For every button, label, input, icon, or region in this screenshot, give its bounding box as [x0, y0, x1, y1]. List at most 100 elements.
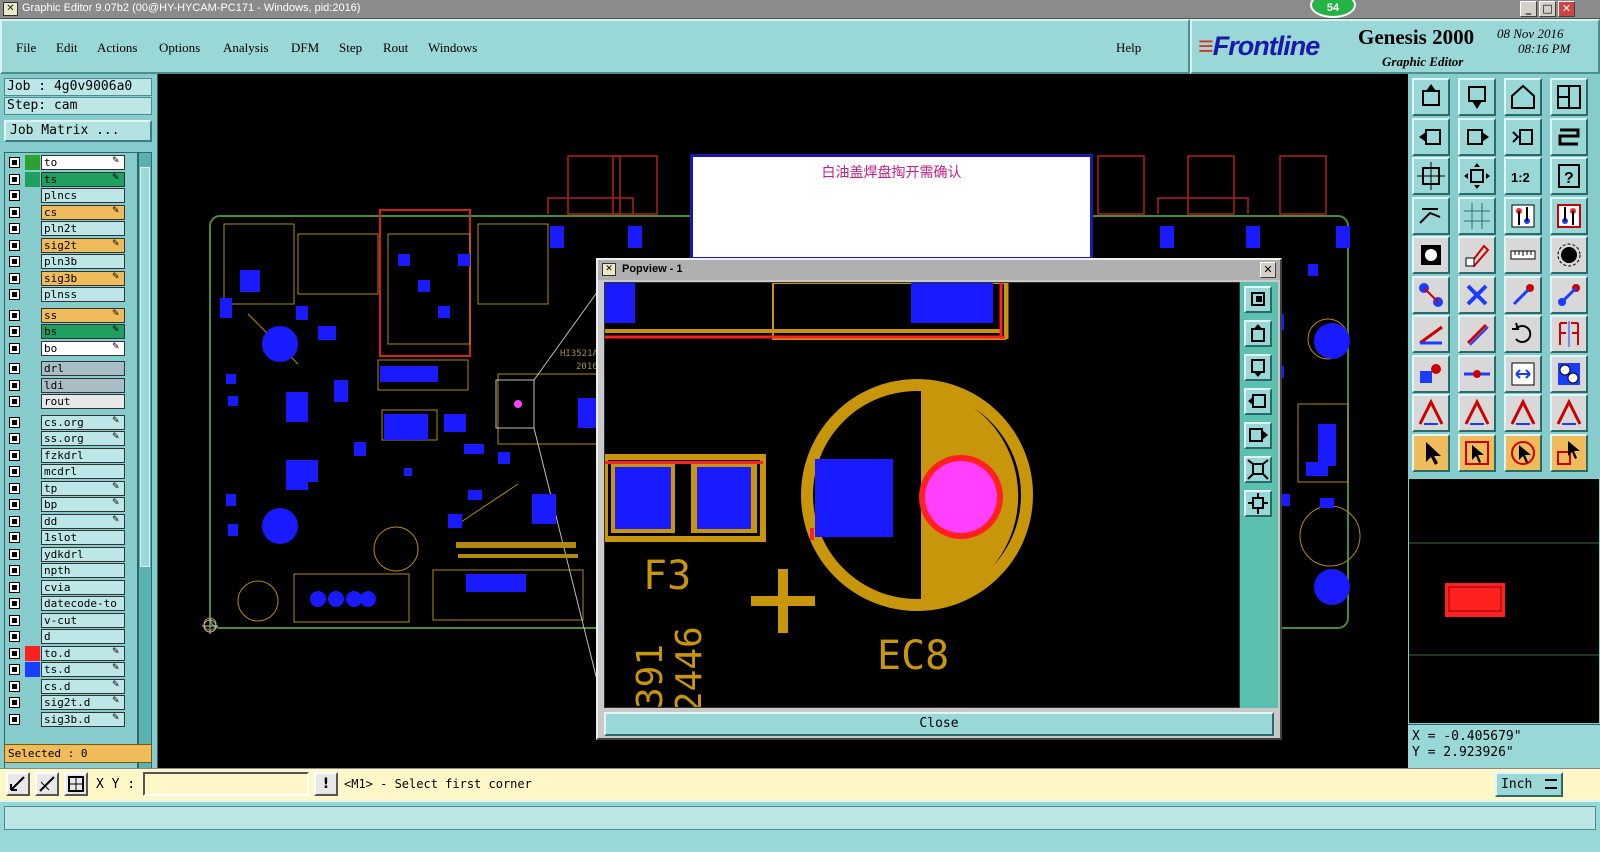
layer-row[interactable]: dd ✎	[5, 513, 137, 529]
popview-pan-up-icon[interactable]	[1244, 320, 1272, 347]
layer-visibility-checkbox[interactable]	[9, 581, 20, 593]
layer-row[interactable]: mcdrl	[5, 464, 137, 479]
layer-affected-icon[interactable]: ✎	[112, 416, 120, 426]
layer-row[interactable]: cs.d ✎	[5, 678, 137, 694]
layer-name[interactable]: d	[41, 629, 125, 644]
layer-row[interactable]: sig2t ✎	[5, 237, 137, 253]
scale-1-2-icon[interactable]: 1:2	[1504, 157, 1542, 195]
layer-visibility-checkbox[interactable]	[9, 379, 20, 391]
window-split-icon[interactable]	[1550, 78, 1588, 116]
layer-affected-icon[interactable]: ✎	[112, 498, 120, 508]
layer-visibility-checkbox[interactable]	[9, 614, 20, 626]
layer-row[interactable]: ss.org ✎	[5, 431, 137, 446]
minimize-button[interactable]: _	[1520, 1, 1537, 17]
layer-visibility-checkbox[interactable]	[9, 631, 20, 642]
pointer-stack-icon[interactable]	[1550, 433, 1588, 472]
layer-name[interactable]: rout	[41, 394, 125, 409]
layer-visibility-checkbox[interactable]	[9, 532, 20, 543]
triangle-c-icon[interactable]	[1504, 394, 1542, 432]
line-h-icon[interactable]	[1458, 354, 1496, 393]
layer-row[interactable]: ts ✎	[5, 171, 137, 187]
pointer-frame-icon[interactable]	[1458, 433, 1496, 472]
layer-name[interactable]: mcdrl	[41, 464, 125, 479]
pad-corner-icon[interactable]	[1412, 354, 1450, 393]
layer-visibility-checkbox[interactable]	[9, 664, 20, 675]
layer-visibility-checkbox[interactable]	[9, 416, 20, 428]
layer-affected-icon[interactable]: ✎	[112, 309, 120, 319]
layer-row[interactable]: pln2t	[5, 221, 137, 236]
layer-visibility-checkbox[interactable]	[9, 190, 20, 201]
close-window-button[interactable]: ✕	[1558, 1, 1575, 17]
layer-name[interactable]: datecode-to	[41, 596, 125, 611]
layer-visibility-checkbox[interactable]	[9, 239, 20, 251]
layer-visibility-checkbox[interactable]	[9, 515, 20, 527]
layer-name[interactable]: plnss	[41, 287, 125, 302]
layer-visibility-checkbox[interactable]	[9, 223, 20, 234]
layer-row[interactable]: sig3b.d ✎	[5, 711, 137, 727]
layer-visibility-checkbox[interactable]	[9, 326, 20, 337]
circle-pad-icon[interactable]	[1550, 236, 1588, 274]
home-down-icon[interactable]	[1458, 78, 1496, 116]
menu-file[interactable]: File	[16, 40, 36, 56]
layer-visibility-checkbox[interactable]	[9, 713, 20, 725]
layer-affected-icon[interactable]: ✎	[112, 515, 120, 525]
popview-pan-down-icon[interactable]	[1244, 354, 1272, 381]
layer-row[interactable]: npth	[5, 563, 137, 578]
layer-row[interactable]: bs ✎	[5, 324, 137, 339]
layer-row[interactable]: to.d ✎	[5, 645, 137, 661]
layer-visibility-checkbox[interactable]	[9, 548, 20, 560]
layer-name[interactable]: plncs	[41, 188, 125, 203]
layer-row[interactable]: pln3b	[5, 254, 137, 269]
layer-visibility-checkbox[interactable]	[9, 272, 20, 284]
menu-windows[interactable]: Windows	[428, 40, 477, 56]
line-icon[interactable]	[1504, 275, 1542, 314]
layer-affected-icon[interactable]: ✎	[112, 272, 120, 282]
layer-affected-icon[interactable]: ✎	[112, 325, 120, 335]
popview-close-button[interactable]: Close	[604, 712, 1274, 736]
home-up-icon[interactable]	[1412, 78, 1450, 116]
layer-name[interactable]: pln3b	[41, 254, 125, 269]
layer-visibility-checkbox[interactable]	[9, 173, 20, 185]
layer-stack-icon[interactable]	[1504, 196, 1542, 235]
layer-row[interactable]: bp ✎	[5, 497, 137, 512]
layer-row[interactable]: tp ✎	[5, 480, 137, 496]
menu-actions[interactable]: Actions	[97, 40, 137, 56]
popview-pan-right-icon[interactable]	[1244, 422, 1272, 449]
layer-visibility-checkbox[interactable]	[9, 482, 20, 494]
angle-icon[interactable]	[1412, 315, 1450, 353]
layer-row[interactable]: fzkdrl	[5, 447, 137, 463]
select-pad-icon[interactable]	[1412, 236, 1450, 274]
layer-row[interactable]: d	[5, 629, 137, 644]
layer-affected-icon[interactable]: ✎	[112, 342, 120, 352]
popview-fit-icon[interactable]	[1244, 286, 1272, 313]
layer-list[interactable]: to ✎ ts ✎ plncs cs ✎ pln2t sig2t ✎ pln3b sig3b ✎ plns…	[4, 152, 138, 814]
layer-affected-icon[interactable]: ✎	[112, 680, 120, 690]
layer-row[interactable]: v-cut	[5, 612, 137, 628]
layer-row[interactable]: plncs	[5, 188, 137, 203]
layer-affected-icon[interactable]: ✎	[112, 156, 120, 166]
resize-icon[interactable]	[1504, 354, 1542, 393]
help-query-icon[interactable]: ?	[1550, 157, 1588, 195]
connect-icon[interactable]	[1412, 275, 1450, 314]
layer-name[interactable]: v-cut	[41, 612, 125, 628]
layer-affected-icon[interactable]: ✎	[112, 647, 120, 657]
layer-visibility-checkbox[interactable]	[9, 289, 20, 300]
job-matrix-button[interactable]: Job Matrix ...	[4, 120, 152, 142]
layer-row[interactable]: ydkdrl	[5, 546, 137, 562]
layer-name[interactable]: 1slot	[41, 530, 125, 545]
warning-button[interactable]: !	[314, 772, 338, 796]
layer-visibility-checkbox[interactable]	[9, 396, 20, 407]
layer-row[interactable]: bo ✎	[5, 340, 137, 356]
grid-tool-icon[interactable]	[64, 772, 88, 796]
rotate-icon[interactable]	[1504, 315, 1542, 353]
layer-row[interactable]: 1slot	[5, 530, 137, 545]
pan-left-icon[interactable]	[1412, 117, 1450, 156]
layer-visibility-checkbox[interactable]	[9, 342, 20, 354]
layer-row[interactable]: ldi	[5, 377, 137, 393]
menu-rout[interactable]: Rout	[383, 40, 408, 56]
layer-name[interactable]: npth	[41, 563, 125, 578]
layer-row[interactable]: datecode-to	[5, 596, 137, 611]
layer-affected-icon[interactable]: ✎	[112, 663, 120, 673]
layer-row[interactable]: cs ✎	[5, 204, 137, 220]
popview-zoom-area[interactable]: F3 EC8 391 2446	[604, 282, 1240, 708]
